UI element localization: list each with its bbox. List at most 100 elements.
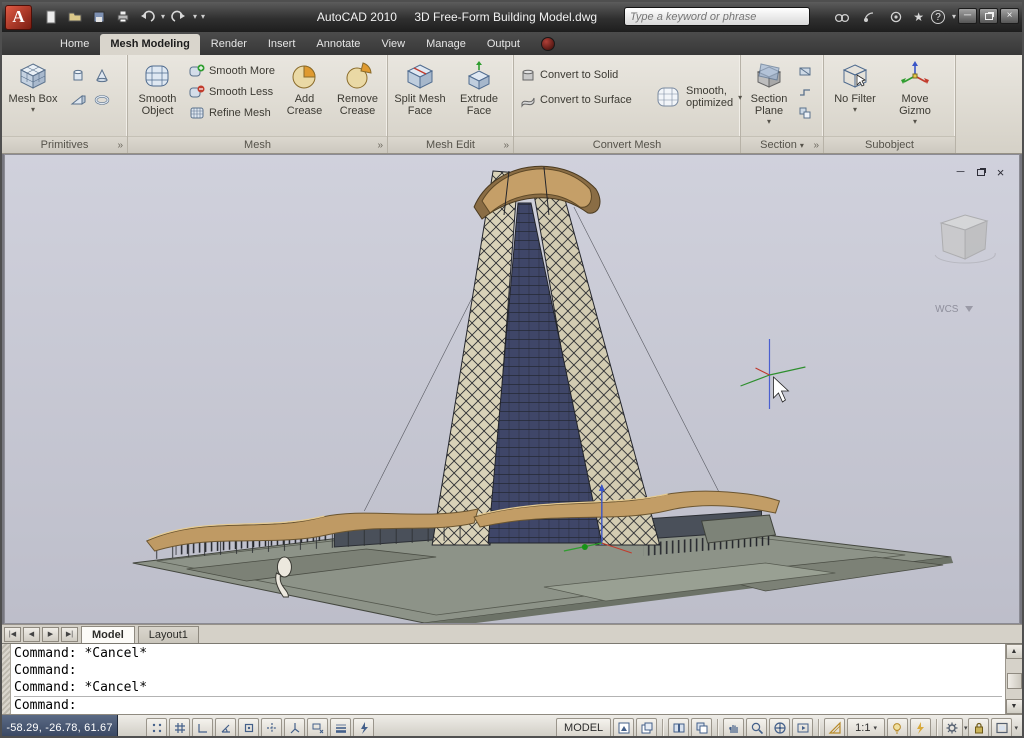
autocad-logo-icon[interactable]: A xyxy=(5,5,32,30)
annotation-scale-button[interactable]: 1:1 ▾ xyxy=(847,718,885,738)
save-button[interactable] xyxy=(89,7,109,27)
panel-overflow-icon[interactable]: » xyxy=(503,140,509,151)
clean-screen-button[interactable] xyxy=(991,718,1012,738)
add-jog-button[interactable] xyxy=(796,83,814,101)
smooth-object-button[interactable]: Smooth Object xyxy=(131,59,184,135)
scroll-thumb[interactable] xyxy=(1007,673,1022,689)
panel-overflow-icon[interactable]: » xyxy=(813,140,819,151)
search-binoculars-icon[interactable] xyxy=(832,7,852,27)
undo-dropdown-icon[interactable]: ▾ xyxy=(161,13,165,21)
annotation-scale-icon[interactable] xyxy=(824,718,845,738)
viewport-close-button[interactable]: × xyxy=(994,166,1007,178)
communication-center-icon[interactable] xyxy=(886,7,906,27)
drawing-viewport[interactable]: WCS ─ × xyxy=(4,154,1020,624)
dyn-toggle[interactable] xyxy=(307,718,328,738)
panel-label-convert-mesh[interactable]: Convert Mesh xyxy=(514,136,740,153)
next-layout-button[interactable]: ▶ xyxy=(42,627,59,642)
panel-overflow-icon[interactable]: » xyxy=(117,140,123,151)
status-menu-chevron-icon[interactable]: ▾ xyxy=(1014,724,1018,732)
open-file-button[interactable] xyxy=(65,7,85,27)
convert-to-solid-button[interactable]: Convert to Solid xyxy=(517,65,629,84)
show-motion-button[interactable] xyxy=(792,718,813,738)
undo-button[interactable] xyxy=(137,7,157,27)
primitive-cylinder-button[interactable] xyxy=(67,65,89,87)
tab-annotate[interactable]: Annotate xyxy=(306,34,370,55)
smooth-less-button[interactable]: Smooth Less xyxy=(186,82,278,101)
toolbar-lock-button[interactable] xyxy=(968,718,989,738)
primitive-cone-button[interactable] xyxy=(91,65,113,87)
panel-label-section[interactable]: Section ▾ » xyxy=(741,136,823,153)
search-input[interactable] xyxy=(630,11,804,23)
first-layout-button[interactable]: |◀ xyxy=(4,627,21,642)
tab-view[interactable]: View xyxy=(371,34,415,55)
otrack-toggle[interactable] xyxy=(261,718,282,738)
command-window-grip[interactable] xyxy=(2,644,11,714)
split-mesh-face-button[interactable]: Split Mesh Face xyxy=(391,59,449,135)
refine-mesh-button[interactable]: Refine Mesh xyxy=(186,103,278,122)
live-section-button[interactable] xyxy=(796,62,814,80)
generate-section-button[interactable] xyxy=(796,104,814,122)
viewport-minimize-button[interactable]: ─ xyxy=(954,166,967,178)
smooth-optimized-button[interactable]: Smooth, optimized ▾ xyxy=(651,81,746,113)
section-plane-button[interactable]: Section Plane ▾ xyxy=(744,59,794,135)
tab-model[interactable]: Model xyxy=(81,626,135,643)
model-space-button[interactable]: MODEL xyxy=(556,718,611,738)
move-gizmo-button[interactable]: Move Gizmo ▾ xyxy=(885,59,945,135)
ortho-toggle[interactable] xyxy=(192,718,213,738)
zoom-button[interactable] xyxy=(746,718,767,738)
quick-view-layouts-button[interactable] xyxy=(668,718,689,738)
tab-render[interactable]: Render xyxy=(201,34,257,55)
extrude-face-button[interactable]: Extrude Face xyxy=(451,59,507,135)
tab-mesh-modeling[interactable]: Mesh Modeling xyxy=(100,34,199,55)
infocenter-dropdown-icon[interactable]: ▾ xyxy=(952,13,956,21)
panel-label-mesh-edit[interactable]: Mesh Edit » xyxy=(388,136,513,153)
new-file-button[interactable] xyxy=(41,7,61,27)
auto-annotation-button[interactable] xyxy=(910,718,931,738)
layout-icon[interactable] xyxy=(613,718,634,738)
tab-output[interactable]: Output xyxy=(477,34,530,55)
scroll-up-button[interactable]: ▲ xyxy=(1006,644,1023,659)
convert-to-surface-button[interactable]: Convert to Surface xyxy=(517,90,629,109)
steering-wheel-button[interactable] xyxy=(769,718,790,738)
layouts-icon[interactable] xyxy=(636,718,657,738)
viewport-restore-button[interactable] xyxy=(974,166,987,178)
grid-toggle[interactable] xyxy=(169,718,190,738)
qat-customize-icon[interactable]: ▾ xyxy=(201,13,205,21)
redo-dropdown-icon[interactable]: ▾ xyxy=(193,13,197,21)
coordinate-readout[interactable]: -58.29, -26.78, 61.67 xyxy=(2,715,118,738)
minimize-button[interactable]: ─ xyxy=(958,8,977,24)
viewcube[interactable] xyxy=(935,215,995,263)
red-orb-icon[interactable] xyxy=(541,37,555,51)
plot-button[interactable] xyxy=(113,7,133,27)
mesh-box-button[interactable]: Mesh Box ▾ xyxy=(5,59,61,135)
primitive-wedge-button[interactable] xyxy=(67,89,89,111)
add-crease-button[interactable]: Add Crease xyxy=(280,59,329,135)
favorites-star-icon[interactable]: ★ xyxy=(913,10,924,24)
primitive-torus-button[interactable] xyxy=(91,89,113,111)
subscription-center-icon[interactable] xyxy=(859,7,879,27)
chevron-down-icon[interactable]: ▾ xyxy=(964,724,968,732)
last-layout-button[interactable]: ▶| xyxy=(61,627,78,642)
qp-toggle[interactable] xyxy=(353,718,374,738)
remove-crease-button[interactable]: Remove Crease xyxy=(331,59,384,135)
scroll-down-button[interactable]: ▼ xyxy=(1006,699,1023,714)
command-prompt[interactable]: Command: xyxy=(14,696,1002,714)
workspace-switching-button[interactable] xyxy=(942,718,963,738)
ducs-toggle[interactable] xyxy=(284,718,305,738)
restore-button[interactable] xyxy=(979,8,998,24)
tab-manage[interactable]: Manage xyxy=(416,34,476,55)
snap-toggle[interactable] xyxy=(146,718,167,738)
panel-label-mesh[interactable]: Mesh » xyxy=(128,136,387,153)
wcs-menu[interactable]: WCS xyxy=(935,304,973,315)
no-filter-button[interactable]: No Filter ▾ xyxy=(827,59,883,135)
tab-layout1[interactable]: Layout1 xyxy=(138,626,199,643)
polar-toggle[interactable] xyxy=(215,718,236,738)
osnap-toggle[interactable] xyxy=(238,718,259,738)
tab-home[interactable]: Home xyxy=(50,34,99,55)
tab-insert[interactable]: Insert xyxy=(258,34,306,55)
help-icon[interactable]: ? xyxy=(931,10,945,24)
panel-label-primitives[interactable]: Primitives » xyxy=(2,136,127,153)
panel-overflow-icon[interactable]: » xyxy=(377,140,383,151)
panel-label-subobject[interactable]: Subobject xyxy=(824,136,955,153)
quick-view-drawings-button[interactable] xyxy=(691,718,712,738)
